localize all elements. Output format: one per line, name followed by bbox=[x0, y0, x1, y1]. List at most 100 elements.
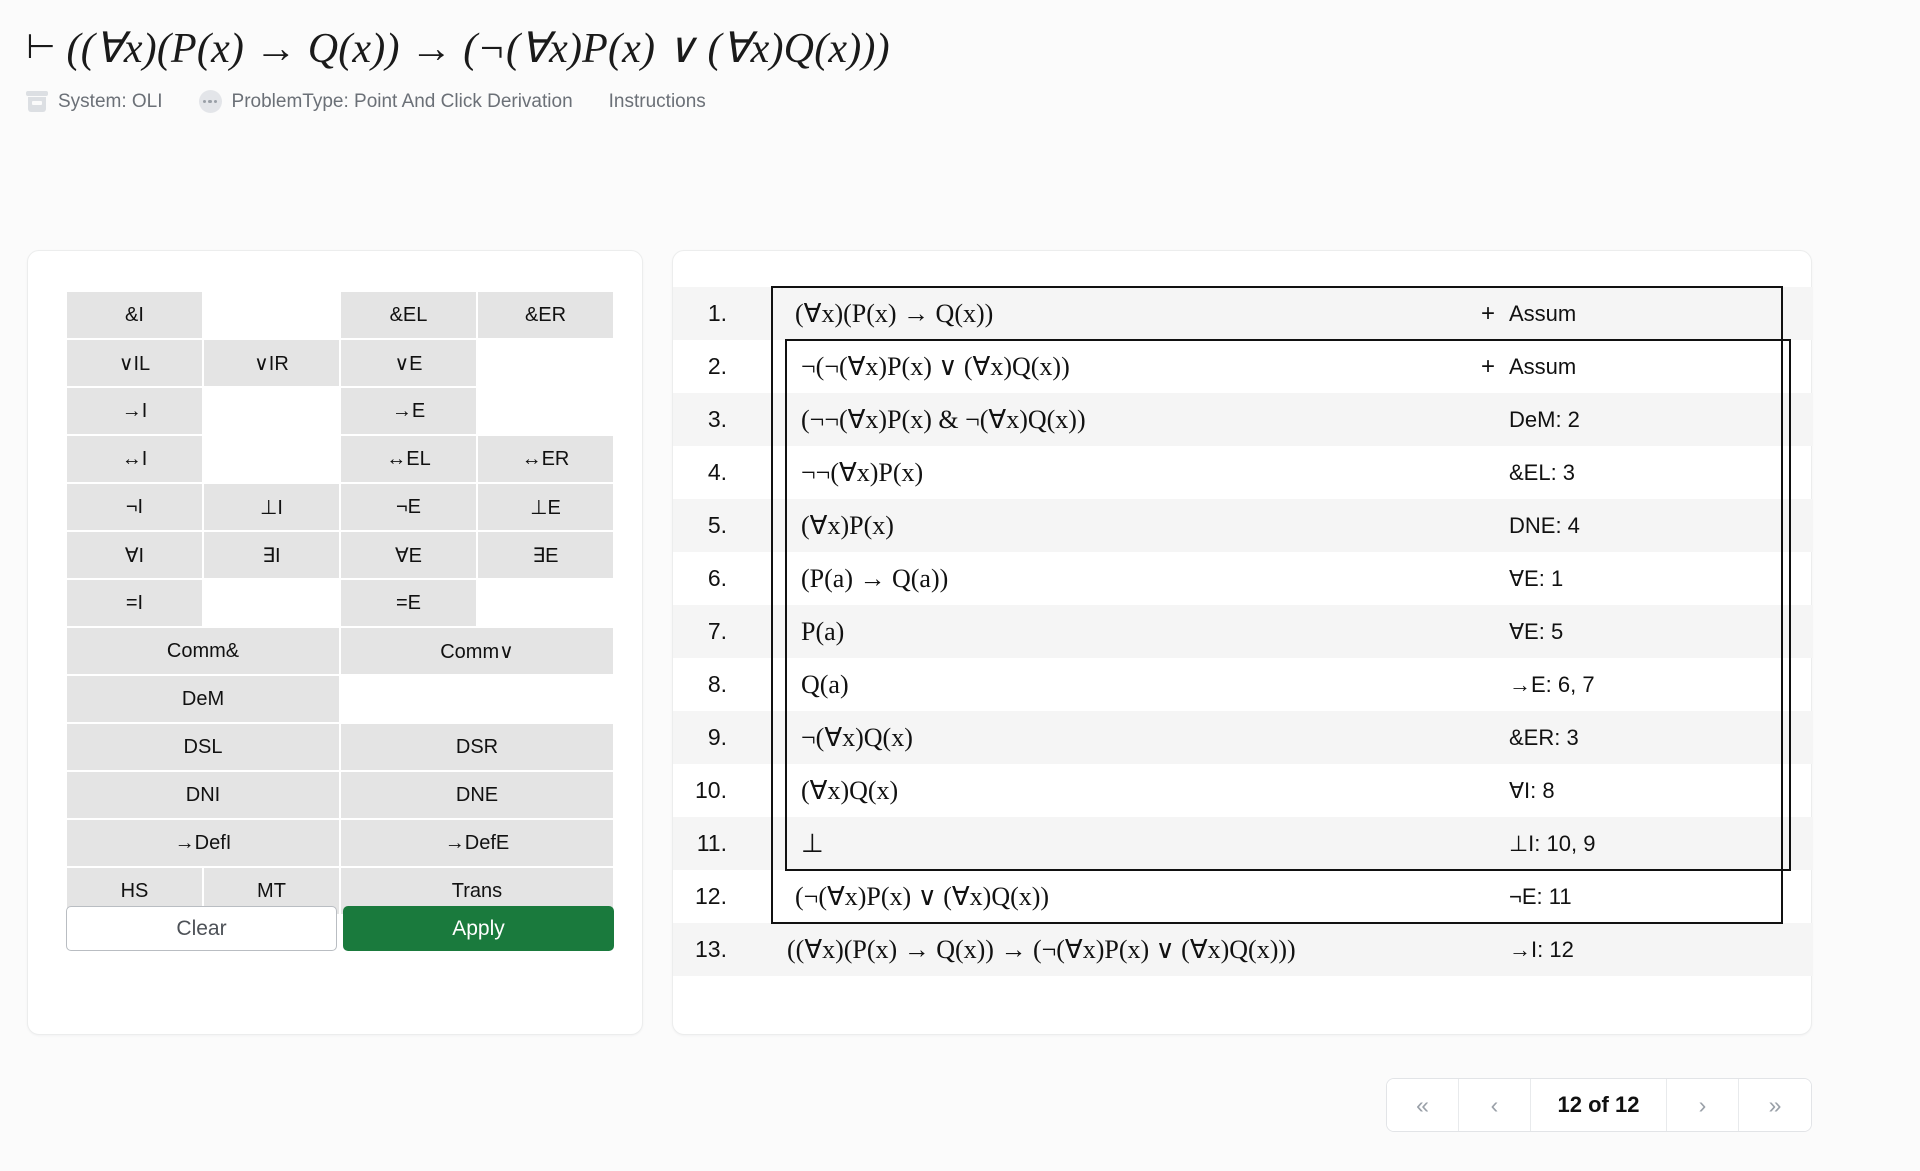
rule-button[interactable]: &ER bbox=[477, 291, 614, 339]
rule-button[interactable]: =E bbox=[340, 579, 477, 627]
pagination-last-button[interactable]: » bbox=[1739, 1079, 1811, 1131]
rule-button[interactable]: →DefE bbox=[340, 819, 614, 867]
line-justification[interactable]: &ER: 3 bbox=[1463, 711, 1813, 764]
rule-button[interactable]: ∃I bbox=[203, 531, 340, 579]
rule-button[interactable]: DNE bbox=[340, 771, 614, 819]
rule-button[interactable]: ⊥I bbox=[203, 483, 340, 531]
line-formula[interactable]: (∀x)Q(x) bbox=[771, 764, 1463, 817]
rule-button[interactable]: ∨IL bbox=[66, 339, 203, 387]
line-number: 8. bbox=[707, 671, 727, 697]
clear-button[interactable]: Clear bbox=[66, 906, 337, 951]
line-justification[interactable]: →E: 6, 7 bbox=[1463, 658, 1813, 711]
rule-grid-spacer bbox=[477, 387, 614, 435]
line-formula[interactable]: (¬¬(∀x)P(x) & ¬(∀x)Q(x)) bbox=[771, 393, 1463, 446]
rule-grid-spacer bbox=[477, 579, 614, 627]
apply-button[interactable]: Apply bbox=[343, 906, 614, 951]
rule-button[interactable]: DeM bbox=[66, 675, 340, 723]
pagination-next-button[interactable]: › bbox=[1667, 1079, 1739, 1131]
rule-button[interactable]: ¬I bbox=[66, 483, 203, 531]
line-justification[interactable]: ∀E: 5 bbox=[1463, 605, 1813, 658]
line-justification[interactable]: →I: 12 bbox=[1463, 923, 1813, 976]
derivation-row[interactable]: 4. ¬¬(∀x)P(x) &EL: 3 bbox=[673, 446, 1813, 499]
line-justification[interactable]: DeM: 2 bbox=[1463, 393, 1813, 446]
rule-button[interactable]: ↔I bbox=[66, 435, 203, 483]
pagination-page-label: 12 of 12 bbox=[1531, 1079, 1667, 1131]
add-line-icon[interactable]: + bbox=[1481, 354, 1497, 379]
rule-button[interactable]: ∀E bbox=[340, 531, 477, 579]
goal-formula: ((∀x)(P(x) → Q(x)) → (¬(∀x)P(x) ∨ (∀x)Q(… bbox=[66, 26, 890, 72]
derivation-row[interactable]: 12. (¬(∀x)P(x) ∨ (∀x)Q(x)) ¬E: 11 bbox=[673, 870, 1813, 923]
pagination-first-button[interactable]: « bbox=[1387, 1079, 1459, 1131]
ellipsis-circle-icon bbox=[198, 90, 222, 114]
derivation-row[interactable]: 6. (P(a) → Q(a)) ∀E: 1 bbox=[673, 552, 1813, 605]
rule-button[interactable]: &EL bbox=[340, 291, 477, 339]
justification-label: DNE: 4 bbox=[1509, 512, 1580, 538]
line-number: 6. bbox=[707, 565, 727, 591]
rule-button[interactable]: ∃E bbox=[477, 531, 614, 579]
rule-button[interactable]: DNI bbox=[66, 771, 340, 819]
line-justification[interactable]: ∀I: 8 bbox=[1463, 764, 1813, 817]
derivation-row[interactable]: 5. (∀x)P(x) DNE: 4 bbox=[673, 499, 1813, 552]
line-formula[interactable]: ¬(¬(∀x)P(x) ∨ (∀x)Q(x)) bbox=[771, 340, 1463, 393]
line-justification[interactable]: + Assum bbox=[1463, 287, 1813, 340]
line-justification[interactable]: ⊥I: 10, 9 bbox=[1463, 817, 1813, 870]
line-formula[interactable]: Q(a) bbox=[771, 658, 1463, 711]
instructions-link[interactable]: Instructions bbox=[609, 91, 706, 113]
derivation-row[interactable]: 10. (∀x)Q(x) ∀I: 8 bbox=[673, 764, 1813, 817]
line-formula[interactable]: ⊥ bbox=[771, 817, 1463, 870]
line-number-gutter bbox=[737, 764, 771, 817]
rule-button[interactable]: =I bbox=[66, 579, 203, 627]
line-number: 1. bbox=[707, 300, 727, 326]
line-justification[interactable]: + Assum bbox=[1463, 340, 1813, 393]
problem-type-meta: ProblemType: Point And Click Derivation bbox=[198, 90, 573, 114]
line-formula[interactable]: (P(a) → Q(a)) bbox=[771, 552, 1463, 605]
rule-button[interactable]: DSR bbox=[340, 723, 614, 771]
line-justification[interactable]: DNE: 4 bbox=[1463, 499, 1813, 552]
add-line-icon[interactable]: + bbox=[1481, 301, 1497, 326]
rule-button[interactable]: ↔ER bbox=[477, 435, 614, 483]
pagination-prev-button[interactable]: ‹ bbox=[1459, 1079, 1531, 1131]
line-formula[interactable]: (∀x)P(x) bbox=[771, 499, 1463, 552]
rules-action-row: Clear Apply bbox=[66, 906, 614, 951]
line-formula[interactable]: ¬(∀x)Q(x) bbox=[771, 711, 1463, 764]
derivation-row[interactable]: 13. ((∀x)(P(x) → Q(x)) → (¬(∀x)P(x) ∨ (∀x… bbox=[673, 923, 1813, 976]
derivation-row[interactable]: 1. (∀x)(P(x) → Q(x)) + Assum bbox=[673, 287, 1813, 340]
rule-grid-spacer bbox=[340, 675, 477, 723]
derivation-row[interactable]: 7. P(a) ∀E: 5 bbox=[673, 605, 1813, 658]
line-number: 9. bbox=[707, 724, 727, 750]
rule-button[interactable]: DSL bbox=[66, 723, 340, 771]
rule-button[interactable]: →I bbox=[66, 387, 203, 435]
derivation-row[interactable]: 9. ¬(∀x)Q(x) &ER: 3 bbox=[673, 711, 1813, 764]
derivation-row[interactable]: 11. ⊥ ⊥I: 10, 9 bbox=[673, 817, 1813, 870]
line-formula[interactable]: (¬(∀x)P(x) ∨ (∀x)Q(x)) bbox=[771, 870, 1463, 923]
derivation-row[interactable]: 8. Q(a) →E: 6, 7 bbox=[673, 658, 1813, 711]
line-number-gutter bbox=[737, 711, 771, 764]
rule-button[interactable]: ⊥E bbox=[477, 483, 614, 531]
rule-button[interactable]: Comm& bbox=[66, 627, 340, 675]
derivation-row[interactable]: 3. (¬¬(∀x)P(x) & ¬(∀x)Q(x)) DeM: 2 bbox=[673, 393, 1813, 446]
rule-button[interactable]: ↔EL bbox=[340, 435, 477, 483]
rule-grid-spacer bbox=[203, 579, 340, 627]
line-number: 10. bbox=[695, 777, 727, 803]
line-justification[interactable]: &EL: 3 bbox=[1463, 446, 1813, 499]
rule-button[interactable]: ¬E bbox=[340, 483, 477, 531]
justification-label: Assum bbox=[1509, 300, 1577, 326]
rule-button[interactable]: →DefI bbox=[66, 819, 340, 867]
rule-button[interactable]: ∀I bbox=[66, 531, 203, 579]
line-formula[interactable]: ((∀x)(P(x) → Q(x)) → (¬(∀x)P(x) ∨ (∀x)Q(… bbox=[771, 923, 1463, 976]
rule-button[interactable]: ∨E bbox=[340, 339, 477, 387]
rule-button[interactable]: Comm∨ bbox=[340, 627, 614, 675]
line-justification[interactable]: ¬E: 11 bbox=[1463, 870, 1813, 923]
rule-button[interactable]: ∨IR bbox=[203, 339, 340, 387]
line-number: 3. bbox=[707, 406, 727, 432]
rule-button[interactable]: &I bbox=[66, 291, 203, 339]
line-formula[interactable]: ¬¬(∀x)P(x) bbox=[771, 446, 1463, 499]
line-justification[interactable]: ∀E: 1 bbox=[1463, 552, 1813, 605]
rule-button[interactable]: →E bbox=[340, 387, 477, 435]
justification-label: ∀E: 1 bbox=[1509, 565, 1564, 591]
line-formula[interactable]: P(a) bbox=[771, 605, 1463, 658]
derivation-row[interactable]: 2. ¬(¬(∀x)P(x) ∨ (∀x)Q(x)) + Assum bbox=[673, 340, 1813, 393]
line-number-gutter bbox=[737, 340, 771, 393]
line-formula[interactable]: (∀x)(P(x) → Q(x)) bbox=[771, 287, 1463, 340]
justification-label: DeM: 2 bbox=[1509, 406, 1580, 432]
